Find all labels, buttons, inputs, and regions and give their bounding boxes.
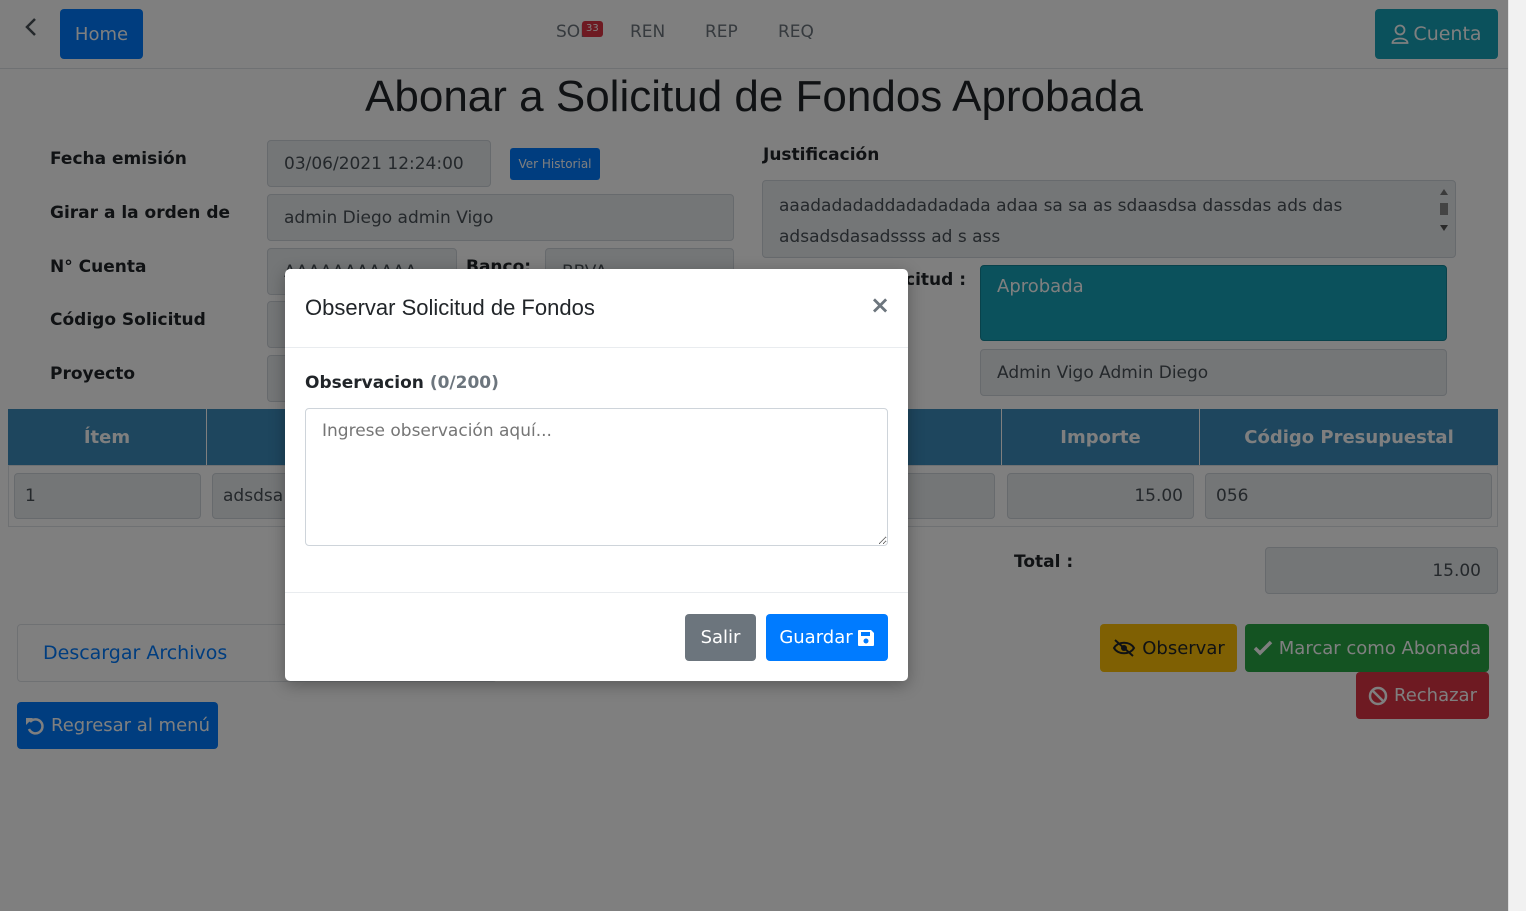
modal-title: Observar Solicitud de Fondos (305, 295, 595, 320)
modal-footer: Salir Guardar (285, 592, 908, 681)
save-icon (857, 629, 874, 646)
observar-modal: Observar Solicitud de Fondos × Observaci… (285, 269, 908, 681)
close-icon[interactable]: × (870, 291, 890, 319)
char-counter: (0/200) (429, 373, 499, 393)
observacion-textarea[interactable] (305, 408, 888, 546)
guardar-button[interactable]: Guardar (766, 614, 888, 661)
salir-button[interactable]: Salir (685, 614, 756, 661)
observacion-label-text: Observacion (305, 373, 424, 393)
observacion-label: Observacion (0/200) (305, 373, 499, 393)
guardar-label: Guardar (779, 627, 853, 648)
modal-header: Observar Solicitud de Fondos × (285, 269, 908, 348)
page-scrollbar[interactable] (1508, 0, 1526, 911)
